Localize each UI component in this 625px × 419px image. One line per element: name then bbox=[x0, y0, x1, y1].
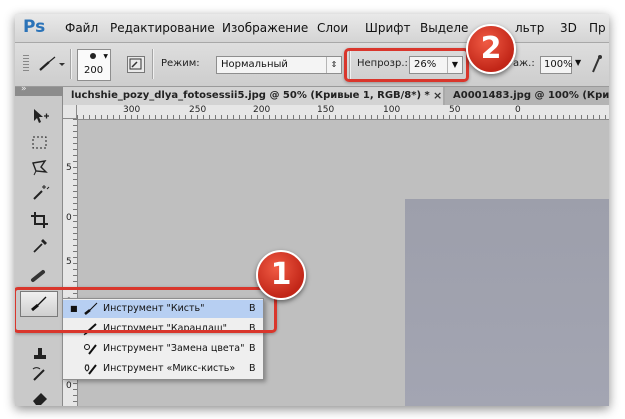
collapse-icon[interactable]: » bbox=[21, 84, 27, 94]
ruler-h-label: 250 bbox=[189, 105, 207, 115]
ruler-h-label: 100 bbox=[383, 105, 401, 115]
callout-2-badge: 2 bbox=[466, 24, 516, 74]
flyout-item-label: Инструмент «Микс-кисть» bbox=[103, 363, 236, 374]
flyout-item-color-replacement[interactable]: Инструмент "Замена цвета" B bbox=[63, 340, 263, 358]
flyout-item-key: B bbox=[249, 363, 256, 374]
history-brush-tool-icon[interactable] bbox=[27, 364, 53, 386]
menu-edit[interactable]: Редактирование bbox=[110, 21, 215, 35]
brush-size-picker[interactable]: 200 ▼ bbox=[77, 49, 111, 81]
options-bar: 200 ▼ Режим: Нормальный ⇕ Непрозр.: 26% … bbox=[15, 43, 609, 87]
toolbox: » bbox=[15, 84, 63, 406]
ruler-h-label: 300 bbox=[123, 105, 141, 115]
tab-label: luchshie_pozy_dlya_fotosessii5.jpg @ 50%… bbox=[71, 90, 430, 101]
brush-size-value: 200 bbox=[84, 65, 104, 76]
eraser-tool-icon[interactable] bbox=[27, 387, 53, 406]
flow-value: 100% bbox=[544, 59, 573, 70]
menu-3d[interactable]: 3D bbox=[560, 21, 577, 35]
brush-size-arrow-icon: ▼ bbox=[103, 53, 108, 60]
eyedropper-tool-icon[interactable] bbox=[27, 235, 53, 257]
callout-2-highlight bbox=[344, 48, 469, 82]
ruler-h-label: 200 bbox=[253, 105, 271, 115]
horizontal-ruler: 300 250 200 150 100 50 0 bbox=[77, 105, 609, 120]
flow-field[interactable]: 100% bbox=[540, 56, 573, 74]
marquee-tool-icon[interactable] bbox=[27, 132, 53, 154]
ruler-v-label: 5 bbox=[66, 257, 72, 267]
ruler-h-label: 50 bbox=[449, 105, 461, 115]
flyout-item-key: B bbox=[249, 343, 256, 354]
ruler-v-label: 0 bbox=[66, 213, 72, 223]
mixer-brush-icon bbox=[83, 362, 99, 383]
healing-brush-tool-icon[interactable] bbox=[27, 265, 53, 287]
mode-select[interactable]: Нормальный ⇕ bbox=[216, 56, 342, 74]
stamp-tool-icon[interactable] bbox=[27, 342, 53, 364]
flow-label: аж.: bbox=[513, 58, 535, 69]
ruler-corner bbox=[63, 105, 77, 119]
ps-logo: Ps bbox=[23, 17, 46, 37]
menu-view[interactable]: Пр bbox=[589, 21, 606, 35]
menu-type[interactable]: Шрифт bbox=[365, 21, 411, 35]
tab-close-icon[interactable]: × bbox=[433, 89, 442, 102]
ruler-v-label: 5 bbox=[66, 163, 72, 173]
flyout-item-label: Инструмент "Замена цвета" bbox=[103, 343, 245, 354]
menu-bar: Ps Файл Редактирование Изображение Слои … bbox=[15, 14, 609, 43]
ruler-v-label: 0 bbox=[66, 381, 72, 391]
options-grip[interactable] bbox=[23, 55, 29, 73]
lasso-tool-icon[interactable] bbox=[27, 157, 53, 179]
ruler-h-label: 150 bbox=[317, 105, 335, 115]
airbrush-icon[interactable] bbox=[590, 54, 604, 77]
menu-file[interactable]: Файл bbox=[65, 21, 98, 35]
ruler-h-label: 0 bbox=[515, 105, 521, 115]
document-tabs: luchshie_pozy_dlya_fotosessii5.jpg @ 50%… bbox=[63, 87, 609, 105]
brush-tip-icon bbox=[90, 53, 96, 59]
brush-preset-icon[interactable] bbox=[37, 55, 65, 76]
menu-image[interactable]: Изображение bbox=[222, 21, 308, 35]
photoshop-window: Ps Файл Редактирование Изображение Слои … bbox=[15, 14, 609, 406]
menu-select[interactable]: Выделе bbox=[420, 21, 468, 35]
tab-label: A0001483.jpg @ 100% (Кривые bbox=[453, 90, 609, 101]
document-image[interactable] bbox=[405, 199, 609, 406]
mode-label: Режим: bbox=[161, 58, 200, 69]
crop-tool-icon[interactable] bbox=[27, 209, 53, 231]
menu-layers[interactable]: Слои bbox=[317, 21, 348, 35]
brush-panel-toggle-icon[interactable] bbox=[127, 56, 145, 73]
callout-1-badge: 1 bbox=[256, 250, 306, 300]
mode-arrow-icon: ⇕ bbox=[326, 57, 341, 73]
callout-1-highlight bbox=[15, 287, 277, 333]
move-tool-icon[interactable] bbox=[27, 105, 53, 127]
toolbox-header[interactable]: » bbox=[15, 84, 62, 96]
flow-arrow-icon[interactable]: ▼ bbox=[575, 58, 581, 67]
tab-a0001483[interactable]: A0001483.jpg @ 100% (Кривые bbox=[445, 87, 609, 105]
menu-filter[interactable]: льтр bbox=[515, 21, 544, 35]
flyout-item-mixer-brush[interactable]: Инструмент «Микс-кисть» B bbox=[63, 360, 263, 378]
magic-wand-tool-icon[interactable] bbox=[27, 182, 53, 204]
tab-luchshie-pozy[interactable]: luchshie_pozy_dlya_fotosessii5.jpg @ 50%… bbox=[63, 87, 443, 105]
mode-value: Нормальный bbox=[221, 59, 288, 70]
